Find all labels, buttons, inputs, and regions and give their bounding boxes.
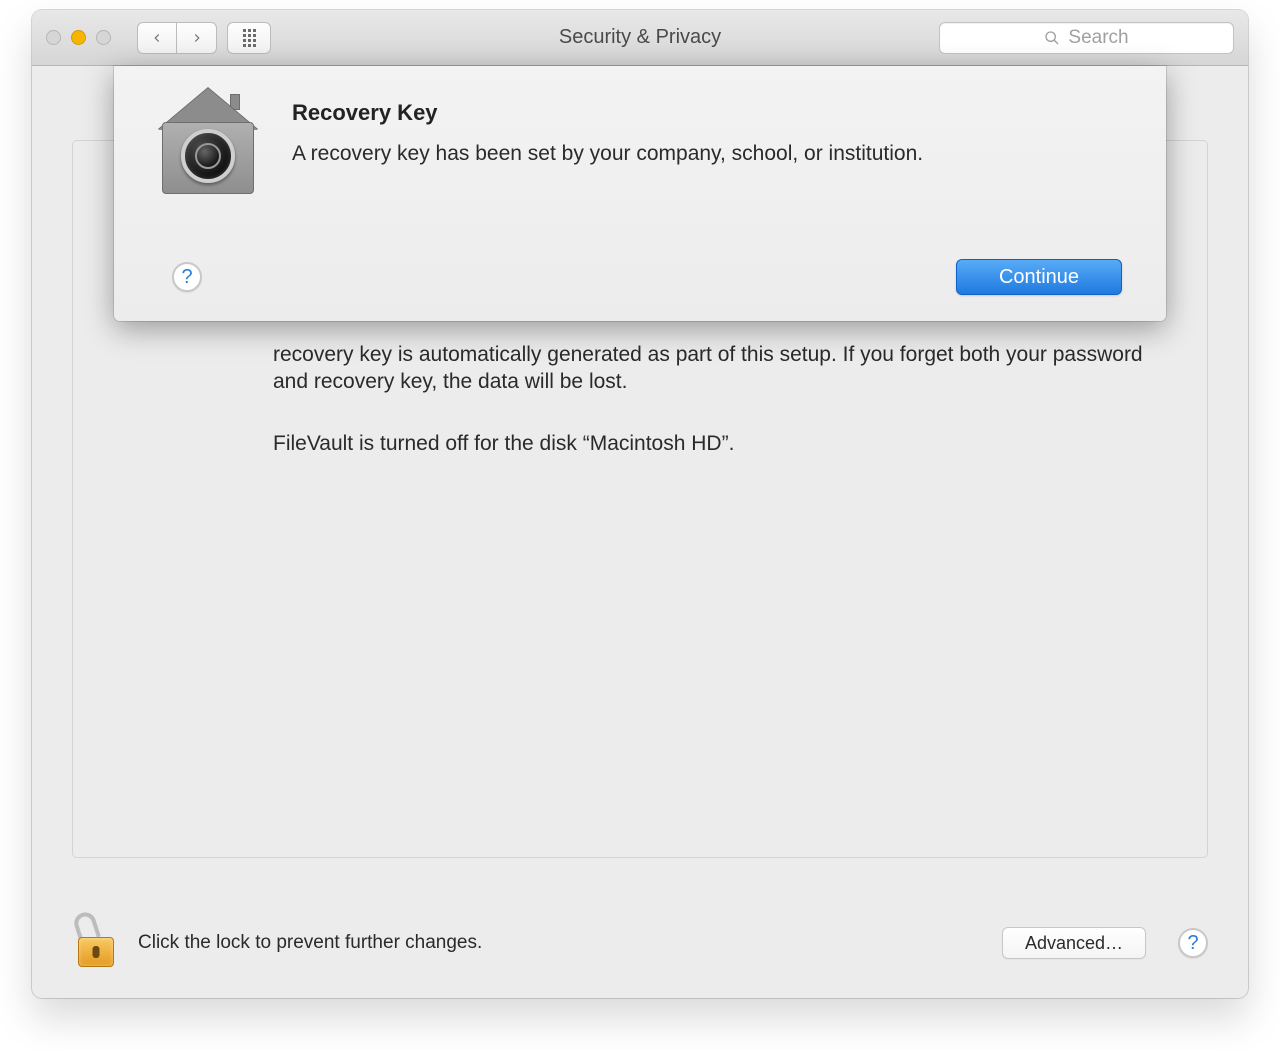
advanced-button[interactable]: Advanced… xyxy=(1002,927,1146,959)
filevault-icon xyxy=(158,100,258,200)
chevron-right-icon xyxy=(190,31,204,45)
preferences-window: Security & Privacy Search recovery key i… xyxy=(32,10,1248,998)
question-mark-icon: ? xyxy=(1187,932,1198,955)
help-button[interactable]: ? xyxy=(1178,928,1208,958)
forward-button[interactable] xyxy=(177,22,217,54)
dialog-help-button[interactable]: ? xyxy=(172,262,202,292)
window-title: Security & Privacy xyxy=(559,26,721,49)
window-controls xyxy=(46,30,111,45)
dialog-message: A recovery key has been set by your comp… xyxy=(292,140,923,167)
footer: Click the lock to prevent further change… xyxy=(32,888,1248,998)
chevron-left-icon xyxy=(150,31,164,45)
close-window-button[interactable] xyxy=(46,30,61,45)
lock-hint-text: Click the lock to prevent further change… xyxy=(138,932,482,954)
continue-button[interactable]: Continue xyxy=(956,259,1122,295)
lock-body-icon xyxy=(78,937,114,967)
lock-button[interactable] xyxy=(72,915,120,971)
description-line-2: FileVault is turned off for the disk “Ma… xyxy=(273,430,1175,457)
grid-icon xyxy=(243,29,256,47)
description-line-1: recovery key is automatically generated … xyxy=(273,341,1175,396)
search-placeholder: Search xyxy=(1068,27,1128,49)
titlebar: Security & Privacy Search xyxy=(32,10,1248,66)
back-button[interactable] xyxy=(137,22,177,54)
question-mark-icon: ? xyxy=(181,266,192,289)
show-all-button[interactable] xyxy=(227,22,271,54)
dialog-heading: Recovery Key xyxy=(292,100,923,126)
recovery-key-dialog: Recovery Key A recovery key has been set… xyxy=(114,66,1166,321)
filevault-description: recovery key is automatically generated … xyxy=(273,341,1175,457)
search-field[interactable]: Search xyxy=(939,22,1234,54)
zoom-window-button[interactable] xyxy=(96,30,111,45)
toolbar-nav xyxy=(137,22,271,54)
minimize-window-button[interactable] xyxy=(71,30,86,45)
search-icon xyxy=(1044,30,1060,46)
